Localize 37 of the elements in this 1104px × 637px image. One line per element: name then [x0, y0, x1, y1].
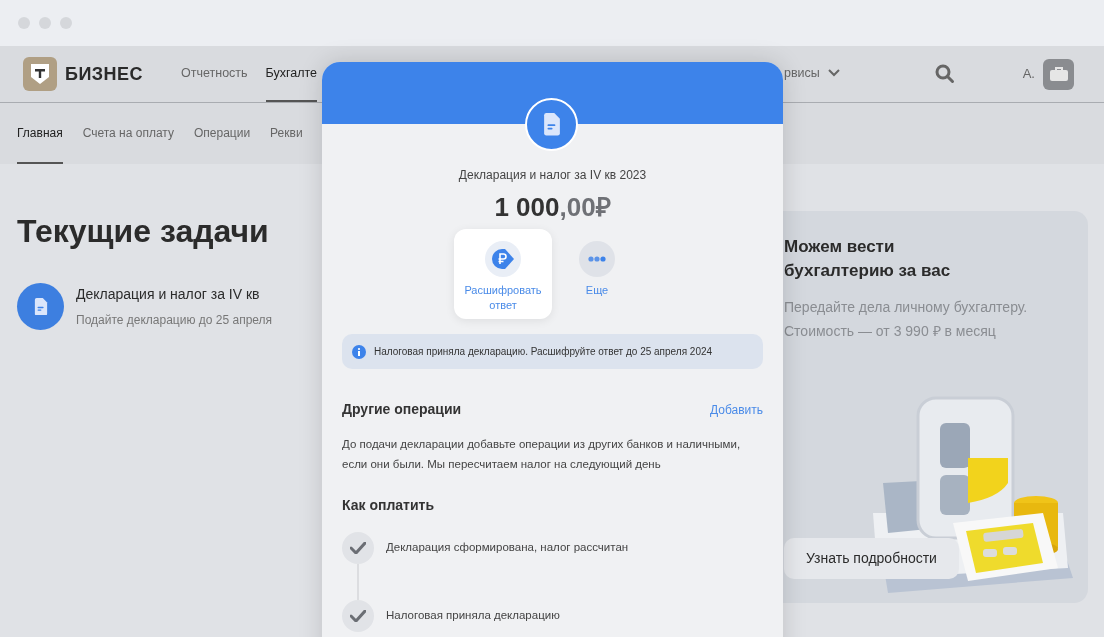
- step-label: Налоговая приняла декларацию: [386, 608, 560, 624]
- document-icon: [33, 297, 48, 316]
- subnav-tab[interactable]: Счета на оплату: [82, 103, 174, 164]
- action-button[interactable]: Расшифровать ответ: [454, 229, 552, 319]
- search-icon[interactable]: [934, 64, 955, 84]
- section-text: До подачи декларации добавьте операции из других банков и наличными, если они были. Мы пересчитаем налог на следующий день: [342, 437, 742, 472]
- modal-title: Декларация и налог за IV кв 2023: [458, 167, 647, 184]
- subnav-tab[interactable]: Рекви: [270, 103, 303, 164]
- logo-text: БИЗНЕС: [65, 62, 143, 86]
- check-icon: [350, 610, 366, 622]
- nav-tab[interactable]: Отчетность: [181, 46, 248, 102]
- section-title: Как оплатить: [342, 496, 435, 515]
- ruble-tag-icon: [492, 249, 514, 269]
- nav-tab[interactable]: Бухгалте: [265, 46, 318, 102]
- check-icon: [350, 542, 366, 554]
- document-icon: [542, 113, 561, 136]
- step-label: Декларация сформирована, налог рассчитан: [386, 540, 629, 556]
- promo-title: Можем вести бухгалтерию за вас: [784, 236, 952, 282]
- logo-icon[interactable]: [23, 57, 57, 91]
- action-button[interactable]: Еще: [566, 229, 628, 298]
- promo-text: Передайте дела личному бухгалтеру. Стоимость — от 3 990 ₽ в месяц: [784, 298, 1029, 341]
- task-title[interactable]: Декларация и налог за IV кв: [76, 284, 273, 305]
- subnav-tab[interactable]: Главная: [17, 103, 63, 164]
- user-name: А.: [1022, 65, 1035, 84]
- promo-button[interactable]: Узнать подробности: [784, 538, 959, 579]
- avatar-briefcase-icon[interactable]: [1043, 58, 1074, 90]
- amount-fraction: ,00₽: [559, 191, 611, 224]
- task-subtitle: Подайте декларацию до 25 апреля: [76, 312, 273, 329]
- amount: 1 000: [494, 191, 560, 224]
- info-text: Налоговая приняла декларацию. Расшифруйте ответ до 25 апреля 2024: [374, 345, 713, 359]
- more-dots-icon: [588, 256, 606, 262]
- add-link[interactable]: Добавить: [709, 400, 763, 419]
- info-icon: [352, 344, 366, 359]
- subnav-tab[interactable]: Операции: [193, 103, 251, 164]
- nav-tab[interactable]: рвисы: [784, 46, 840, 102]
- page-title: Текущие задачи: [17, 212, 269, 251]
- section-title: Другие операции: [342, 400, 462, 419]
